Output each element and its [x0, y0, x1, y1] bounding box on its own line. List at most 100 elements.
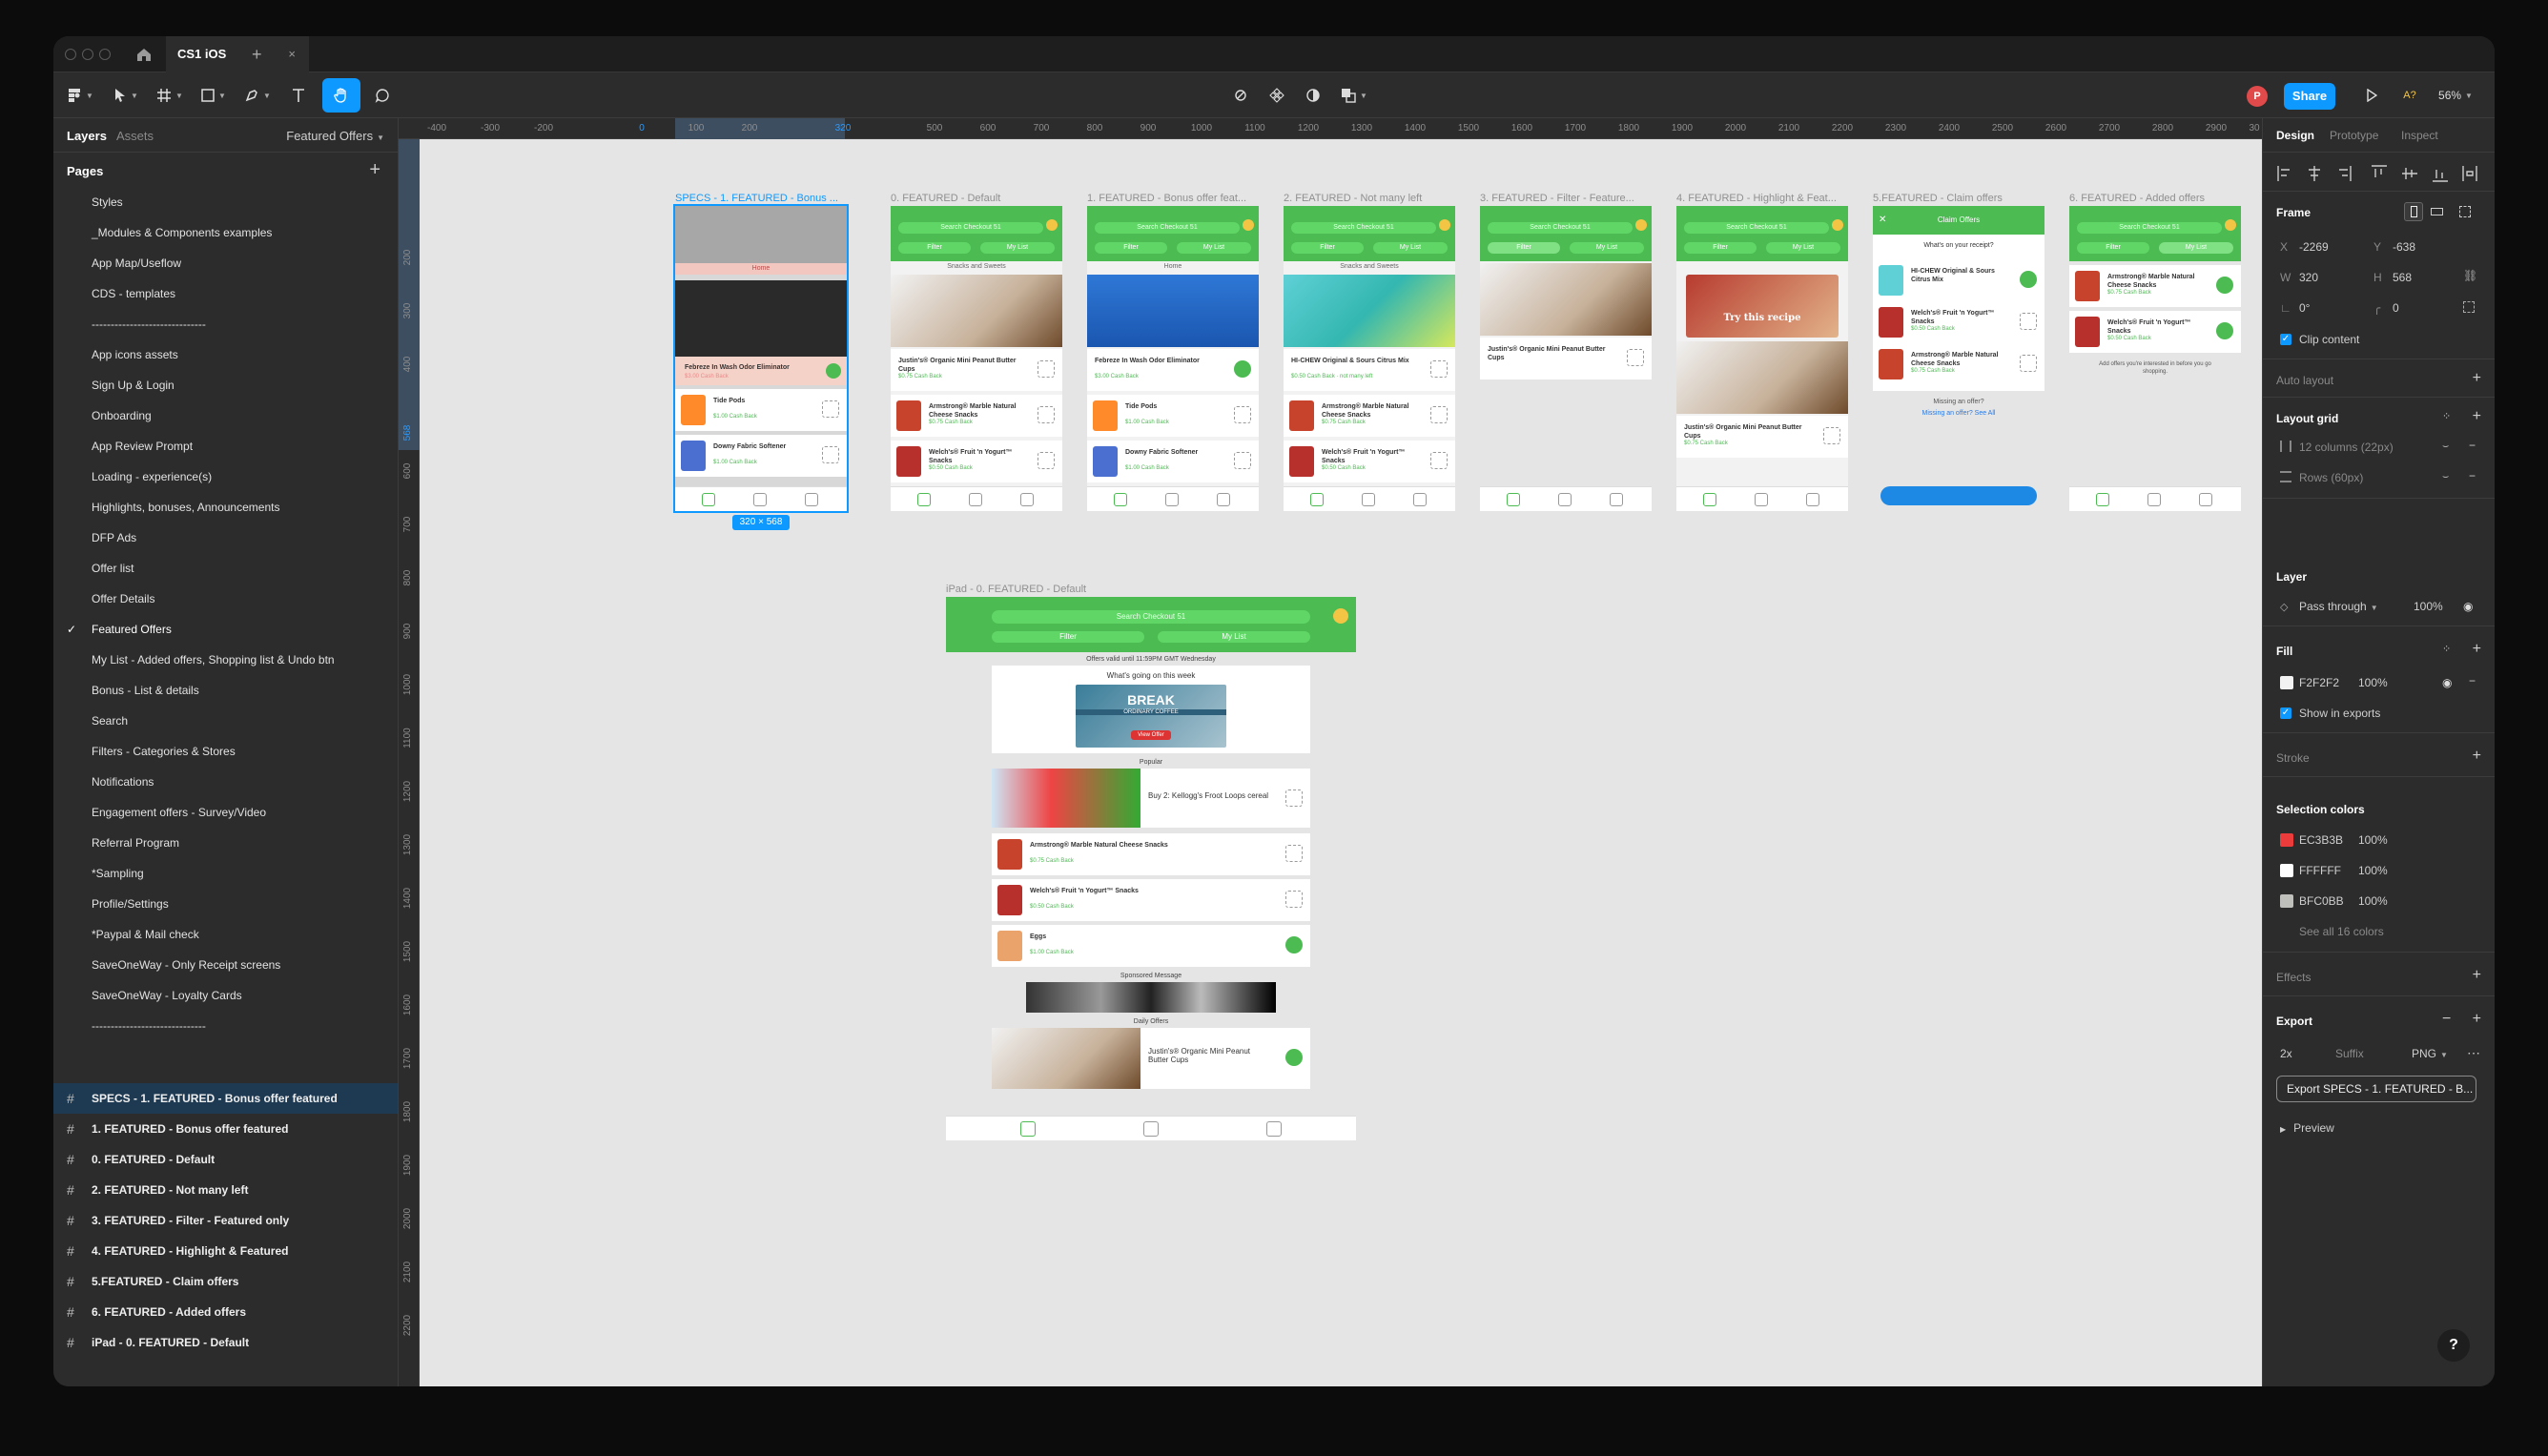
tab-list-icon[interactable] [1143, 1121, 1159, 1137]
align-icons[interactable] [2276, 164, 2486, 183]
color-hex[interactable]: EC3B3B [2299, 833, 2343, 847]
offers-icon[interactable] [1439, 219, 1450, 231]
pen-tool-button[interactable]: ▼ [240, 78, 275, 113]
filter-pill[interactable]: Filter [1488, 242, 1560, 254]
frame-tool-button[interactable]: ▼ [153, 78, 187, 113]
fill-styles-icon[interactable]: ⁘ [2442, 643, 2451, 655]
frame-layer-row[interactable]: #0. FEATURED - Default [53, 1144, 398, 1175]
tab-assets[interactable]: Assets [116, 129, 154, 143]
accessibility-check-button[interactable]: A? [2397, 78, 2422, 113]
help-button[interactable]: ? [2437, 1329, 2470, 1362]
frame-highlight[interactable]: Search Checkout 51 Filter My List Try this… [1676, 206, 1848, 511]
see-all-colors-link[interactable]: See all 16 colors [2299, 925, 2384, 938]
add-offer-icon[interactable] [1285, 1049, 1303, 1066]
filter-pill[interactable]: Filter [2077, 242, 2149, 254]
landscape-icon[interactable] [2431, 208, 2443, 215]
color-swatch-gray[interactable] [2280, 894, 2293, 908]
search-bar[interactable]: Search Checkout 51 [1684, 222, 1829, 234]
added-check-icon[interactable] [2216, 277, 2233, 294]
page-item[interactable]: CDS - templates [53, 278, 398, 309]
page-item[interactable]: Onboarding [53, 400, 398, 431]
page-item[interactable]: DFP Ads [53, 523, 398, 553]
rotation-input[interactable]: 0° [2299, 301, 2310, 315]
maximize-window-button[interactable] [99, 49, 111, 60]
filter-pill[interactable]: Filter [1291, 242, 1364, 254]
color-opacity[interactable]: 100% [2358, 894, 2388, 908]
page-item[interactable]: Highlights, bonuses, Announcements [53, 492, 398, 523]
add-offer-icon[interactable] [1430, 452, 1448, 469]
export-suffix-input[interactable]: Suffix [2335, 1047, 2364, 1060]
recipe-card[interactable]: Try this recipe [1686, 275, 1839, 338]
add-offer-icon[interactable] [1285, 936, 1303, 954]
add-fill-button[interactable]: + [2473, 641, 2481, 658]
frame-label-ipad[interactable]: iPad - 0. FEATURED - Default [946, 584, 1232, 595]
page-item[interactable]: My List - Added offers, Shopping list & … [53, 645, 398, 675]
component-button[interactable] [1263, 78, 1291, 113]
frame-layer-row[interactable]: #2. FEATURED - Not many left [53, 1175, 398, 1205]
offers-icon[interactable] [1046, 219, 1058, 231]
frame-filter[interactable]: Search Checkout 51 Filter My List Justin's… [1480, 206, 1652, 511]
export-button[interactable]: Export SPECS - 1. FEATURED - B... [2276, 1076, 2476, 1102]
offer-item[interactable]: HI-CHEW Original & Sours Citrus Mix $0.50… [1284, 349, 1455, 391]
frame-claim[interactable]: ✕ Claim Offers What's on your receipt? H… [1873, 206, 2045, 511]
hide-grid-icon[interactable]: ⌣ [2442, 471, 2449, 483]
page-item[interactable]: Referral Program [53, 828, 398, 858]
added-check-icon[interactable] [2216, 322, 2233, 339]
offer-item[interactable]: Justin's® Organic Mini Peanut Butter Cup… [1480, 338, 1652, 379]
add-offer-icon[interactable] [1038, 406, 1055, 423]
offer-item[interactable]: Downy Fabric Softener $1.00 Cash Back [1087, 441, 1259, 482]
offers-icon[interactable] [1333, 608, 1348, 624]
tab-layers[interactable]: Layers [67, 129, 107, 143]
visibility-eye-icon[interactable]: ◉ [2463, 600, 2473, 613]
add-page-button[interactable]: + [369, 159, 380, 181]
add-offer-icon[interactable] [1430, 406, 1448, 423]
fill-opacity-input[interactable]: 100% [2358, 676, 2388, 689]
page-item[interactable]: Notifications [53, 767, 398, 797]
remove-grid-button[interactable]: − [2469, 469, 2476, 482]
h-input[interactable]: 568 [2393, 271, 2412, 284]
clip-content-checkbox[interactable]: ✓ [2280, 334, 2291, 345]
page-item[interactable]: Engagement offers - Survey/Video [53, 797, 398, 828]
page-item[interactable]: SaveOneWay - Only Receipt screens [53, 950, 398, 980]
add-stroke-button[interactable]: + [2473, 748, 2481, 765]
frame-label-filter[interactable]: 3. FEATURED - Filter - Feature... [1480, 193, 1652, 204]
ipad-filter-pill[interactable]: Filter [992, 631, 1144, 643]
add-offer-icon[interactable] [1038, 452, 1055, 469]
export-scale-input[interactable]: 2x [2280, 1047, 2292, 1060]
color-opacity[interactable]: 100% [2358, 864, 2388, 877]
layer-opacity-input[interactable]: 100% [2414, 600, 2443, 613]
claim-item[interactable]: Welch's® Fruit 'n Yogurt™ Snacks $0.50 Ca… [1873, 301, 2045, 339]
frame-label-not-many[interactable]: 2. FEATURED - Not many left [1284, 193, 1455, 204]
add-offer-icon[interactable] [1234, 452, 1251, 469]
edit-object-button[interactable] [1226, 78, 1255, 113]
constrain-proportions-icon[interactable]: ⛓ [2463, 269, 2477, 282]
share-button[interactable]: Share [2284, 83, 2335, 110]
new-tab-button[interactable]: + [252, 36, 262, 72]
my-list-pill[interactable]: My List [1766, 242, 1840, 254]
frame-label-bonus[interactable]: 1. FEATURED - Bonus offer feat... [1087, 193, 1259, 204]
portrait-icon[interactable] [2404, 202, 2423, 221]
hand-tool-button[interactable] [322, 78, 360, 113]
show-in-exports-checkbox[interactable]: ✓ [2280, 707, 2291, 719]
my-list-pill[interactable]: My List [1373, 242, 1448, 254]
user-avatar[interactable]: P [2247, 86, 2268, 107]
break-banner[interactable]: BREAK ORDINARY COFFEE View Offer [1076, 685, 1226, 748]
filter-pill[interactable]: Filter [898, 242, 971, 254]
y-input[interactable]: -638 [2393, 240, 2415, 254]
x-input[interactable]: -2269 [2299, 240, 2329, 254]
canvas[interactable]: -400 -300 -200 0 100 200 320 500 600 700 800 900 100… [399, 118, 2262, 1386]
search-bar[interactable]: Search Checkout 51 [898, 222, 1043, 234]
shape-tool-button[interactable]: ▼ [196, 78, 231, 113]
offers-icon[interactable] [1635, 219, 1647, 231]
add-offer-icon[interactable] [1285, 845, 1303, 862]
offer-item[interactable]: Justin's® Organic Mini Peanut Butter Cup… [1676, 416, 1848, 458]
frame-layer-row[interactable]: #5.FEATURED - Claim offers [53, 1266, 398, 1297]
offer-item[interactable]: Febreze In Wash Odor Eliminator $3.00 Cas… [1087, 349, 1259, 391]
claim-toggle-icon[interactable] [2020, 271, 2037, 288]
claim-button[interactable] [1880, 486, 2037, 505]
offer-item[interactable]: Welch's® Fruit 'n Yogurt™ Snacks $0.50 Ca… [1284, 441, 1455, 482]
independent-corners-icon[interactable] [2463, 301, 2475, 313]
sponsored-banner[interactable] [1026, 982, 1276, 1013]
add-offer-icon[interactable] [1285, 790, 1303, 807]
tab-offers-icon[interactable] [1020, 1121, 1036, 1137]
